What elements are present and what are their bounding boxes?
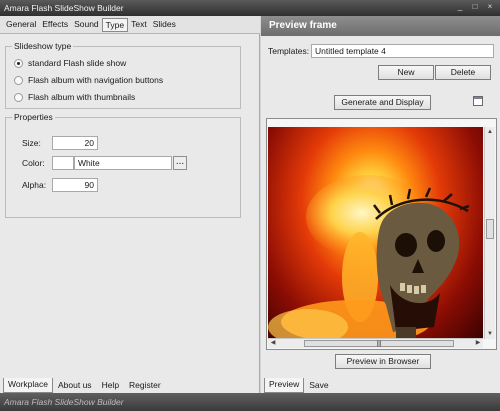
templates-field[interactable]: Untitled template 4 <box>311 44 494 58</box>
window-controls: _ □ × <box>454 2 496 13</box>
properties-legend: Properties <box>12 112 55 122</box>
window-toggle-icon[interactable] <box>473 96 483 106</box>
scroll-up-arrow-icon[interactable]: ▲ <box>485 127 495 137</box>
tab-save[interactable]: Save <box>304 378 333 393</box>
tab-sound[interactable]: Sound <box>71 18 102 32</box>
size-field[interactable]: 20 <box>52 136 98 150</box>
minimize-icon[interactable]: _ <box>454 2 466 13</box>
tab-general[interactable]: General <box>3 18 39 32</box>
tab-slides[interactable]: Slides <box>150 18 179 32</box>
title-bar: Amara Flash SlideShow Builder _ □ × <box>0 0 500 16</box>
tab-help[interactable]: Help <box>97 378 124 393</box>
radio-thumbnails-label: Flash album with thumbnails <box>28 92 136 102</box>
radio-navigation-label: Flash album with navigation buttons <box>28 75 164 85</box>
tab-workplace[interactable]: Workplace <box>3 378 53 393</box>
vertical-scroll-thumb[interactable] <box>486 219 494 239</box>
scroll-right-arrow-icon[interactable]: ▶ <box>473 339 483 348</box>
radio-thumbnails-row[interactable]: Flash album with thumbnails <box>14 92 135 102</box>
size-label: Size: <box>22 138 41 148</box>
alpha-field[interactable]: 90 <box>52 178 98 192</box>
color-swatch[interactable] <box>52 156 74 170</box>
tab-preview[interactable]: Preview <box>264 378 305 393</box>
maximize-icon[interactable]: □ <box>469 2 481 13</box>
tab-type[interactable]: Type <box>101 17 129 32</box>
color-label: Color: <box>22 158 45 168</box>
settings-tab-bar: General Effects Sound Type Text Slides <box>0 16 260 34</box>
color-browse-button[interactable]: ... <box>173 156 187 170</box>
radio-button[interactable] <box>14 75 23 85</box>
delete-button[interactable]: Delete <box>435 65 491 80</box>
tab-register[interactable]: Register <box>124 378 166 393</box>
generate-and-display-button[interactable]: Generate and Display <box>334 95 431 110</box>
radio-navigation-row[interactable]: Flash album with navigation buttons <box>14 75 163 85</box>
slideshow-type-group: Slideshow type standard Flash slide show… <box>5 41 241 109</box>
workplace-tab-bar: Workplace About us Help Register <box>0 378 166 393</box>
alpha-label: Alpha: <box>22 180 47 190</box>
radio-button[interactable] <box>14 92 23 102</box>
color-field[interactable]: White <box>74 156 172 170</box>
templates-label: Templates: <box>268 46 310 56</box>
preview-in-browser-button[interactable]: Preview in Browser <box>335 354 431 369</box>
preview-header: Preview frame <box>261 16 500 36</box>
preview-vertical-scrollbar[interactable]: ▲ ▼ <box>484 127 495 339</box>
status-bar: Amara Flash SlideShow Builder <box>0 393 500 411</box>
preview-frame: ▲ ▼ ◀ ||| ▶ <box>266 118 497 350</box>
properties-group: Properties Size: 20 Color: White ... Alp… <box>5 112 241 218</box>
slideshow-type-legend: Slideshow type <box>12 41 74 51</box>
horizontal-scroll-thumb[interactable]: ||| <box>304 340 454 347</box>
preview-panel: Preview frame Templates: Untitled templa… <box>261 16 500 393</box>
preview-horizontal-scrollbar[interactable]: ◀ ||| ▶ <box>268 338 483 348</box>
new-button[interactable]: New <box>378 65 434 80</box>
settings-panel: General Effects Sound Type Text Slides S… <box>0 16 260 393</box>
window-title: Amara Flash SlideShow Builder <box>4 3 124 13</box>
close-icon[interactable]: × <box>484 2 496 13</box>
scroll-down-arrow-icon[interactable]: ▼ <box>485 329 495 339</box>
scroll-grip: ||| <box>376 341 382 347</box>
preview-tab-bar: Preview Save <box>261 378 334 393</box>
fire-skull-illustration <box>268 175 470 339</box>
scroll-left-arrow-icon[interactable]: ◀ <box>268 339 278 348</box>
tab-text[interactable]: Text <box>128 18 150 32</box>
slide-preview-image <box>268 127 483 339</box>
radio-standard-label: standard Flash slide show <box>28 58 127 68</box>
tab-effects[interactable]: Effects <box>39 18 71 32</box>
radio-button-selected[interactable] <box>14 58 23 68</box>
radio-standard-row[interactable]: standard Flash slide show <box>14 58 126 68</box>
tab-about-us[interactable]: About us <box>53 378 97 393</box>
